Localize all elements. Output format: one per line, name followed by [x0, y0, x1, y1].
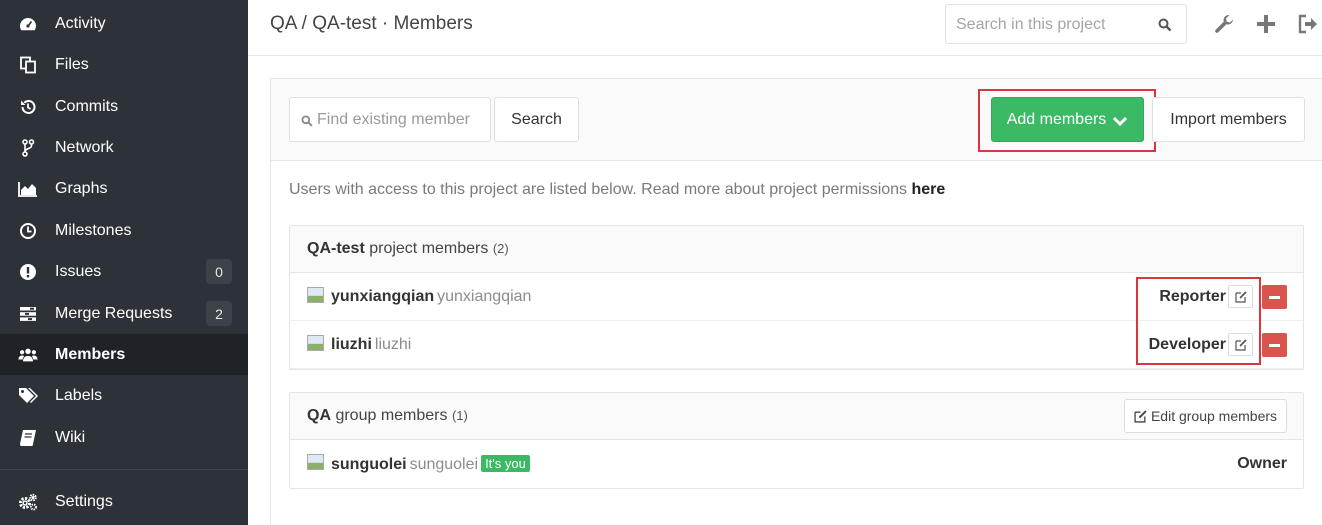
member-handle: liuzhi — [374, 336, 412, 353]
minus-icon — [1269, 343, 1280, 347]
exclamation-circle-icon — [18, 262, 38, 282]
permissions-link[interactable]: here — [912, 181, 946, 198]
avatar — [307, 287, 324, 303]
member-row: sunguolei sunguolei It's you Owner — [290, 440, 1303, 488]
group-members-header: QA group members (1) Edit group members — [290, 393, 1303, 440]
minus-icon — [1269, 295, 1280, 299]
issues-count-badge: 0 — [206, 259, 232, 284]
plus-icon[interactable] — [1255, 13, 1277, 35]
edit-group-members-label: Edit group members — [1150, 408, 1278, 424]
edit-group-members-button[interactable]: Edit group members — [1124, 399, 1287, 433]
project-search-input[interactable] — [956, 14, 1156, 36]
cogs-icon — [18, 492, 38, 512]
sidebar-item-graphs[interactable]: Graphs — [0, 168, 248, 209]
avatar — [307, 454, 324, 470]
page-title: QA / QA-test · Members — [270, 13, 473, 34]
dashboard-icon — [18, 14, 38, 34]
sidebar-item-label: Milestones — [55, 221, 132, 239]
group-members-suffix: group members — [331, 407, 448, 424]
area-chart-icon — [18, 179, 38, 199]
project-members-count: (2) — [492, 241, 509, 256]
wrench-icon[interactable] — [1213, 13, 1235, 35]
member-name-line: sunguolei sunguolei It's you — [331, 455, 530, 474]
add-members-label: Add members — [1006, 110, 1107, 128]
search-button[interactable]: Search — [494, 97, 579, 142]
main-content: Search Add members Import members Users … — [248, 57, 1322, 525]
search-icon — [301, 114, 313, 127]
sidebar-item-wiki[interactable]: Wiki — [0, 417, 248, 458]
intro-text: Users with access to this project are li… — [289, 181, 945, 199]
project-members-suffix: project members — [364, 240, 489, 257]
sidebar-item-network[interactable]: Network — [0, 127, 248, 168]
highlight-box — [1136, 277, 1261, 365]
project-name: QA-test — [307, 240, 365, 257]
sidebar-item-label: Issues — [55, 262, 102, 280]
find-member-box[interactable] — [289, 97, 491, 142]
remove-member-button[interactable] — [1262, 285, 1287, 309]
its-you-badge: It's you — [481, 455, 530, 472]
project-members-card: QA-test project members (2) yunxiangqian… — [289, 225, 1304, 370]
sidebar-item-label: Files — [55, 55, 89, 73]
search-icon — [1158, 18, 1172, 32]
group-members-card: QA group members (1) Edit group members … — [289, 392, 1304, 489]
intro-body: Users with access to this project are li… — [289, 181, 912, 198]
sidebar-item-milestones[interactable]: Milestones — [0, 210, 248, 251]
tags-icon — [18, 386, 38, 406]
remove-member-button[interactable] — [1262, 333, 1287, 357]
group-members-count: (1) — [451, 408, 468, 423]
sidebar-item-label: Commits — [55, 97, 119, 115]
import-members-button[interactable]: Import members — [1152, 97, 1305, 142]
chevron-down-icon — [1112, 114, 1128, 126]
group-name: QA — [307, 407, 331, 424]
member-name[interactable]: liuzhi — [331, 336, 372, 353]
book-icon — [18, 428, 38, 448]
avatar — [307, 335, 324, 351]
sidebar-item-label: Graphs — [55, 179, 108, 197]
sidebar-item-label: Network — [55, 138, 114, 156]
clock-icon — [18, 221, 38, 241]
sidebar-item-labels[interactable]: Labels — [0, 375, 248, 416]
member-name-line: liuzhi liuzhi — [331, 336, 411, 354]
member-handle: yunxiangqian — [437, 288, 532, 305]
member-name[interactable]: yunxiangqian — [331, 288, 434, 305]
project-search-box[interactable] — [945, 4, 1187, 44]
files-icon — [18, 55, 38, 75]
sidebar-item-activity[interactable]: Activity — [0, 3, 248, 44]
edit-icon — [1134, 409, 1147, 423]
project-members-header: QA-test project members (2) — [290, 226, 1303, 273]
sidebar-item-commits[interactable]: Commits — [0, 86, 248, 127]
history-icon — [18, 97, 38, 117]
member-name-line: yunxiangqian yunxiangqian — [331, 288, 531, 306]
sidebar-item-label: Settings — [55, 492, 113, 510]
users-icon — [18, 345, 38, 365]
sidebar-item-issues[interactable]: Issues 0 — [0, 251, 248, 292]
sign-out-icon[interactable] — [1297, 13, 1319, 35]
group-members-title: QA group members (1) — [307, 407, 468, 425]
member-handle: sunguolei — [409, 456, 479, 473]
sidebar-divider — [0, 469, 248, 470]
members-panel: Search Add members Import members Users … — [270, 78, 1322, 525]
sidebar-item-members[interactable]: Members — [0, 334, 248, 375]
member-role: Owner — [1237, 455, 1287, 472]
tasks-icon — [18, 304, 38, 324]
sidebar-item-files[interactable]: Files — [0, 44, 248, 85]
sidebar-item-label: Labels — [55, 386, 103, 404]
sidebar-item-settings[interactable]: Settings — [0, 481, 248, 522]
sidebar-item-label: Merge Requests — [55, 304, 173, 322]
sidebar-item-label: Activity — [55, 14, 106, 32]
sidebar: Activity Files Commits Network Graphs Mi… — [0, 0, 248, 525]
top-header: QA / QA-test · Members — [248, 0, 1322, 56]
code-fork-icon — [18, 138, 38, 158]
merge-requests-count-badge: 2 — [206, 301, 232, 326]
sidebar-item-label: Wiki — [55, 428, 86, 446]
add-members-button[interactable]: Add members — [991, 97, 1144, 142]
sidebar-item-label: Members — [55, 345, 126, 363]
find-member-input[interactable] — [317, 109, 487, 131]
sidebar-item-merge-requests[interactable]: Merge Requests 2 — [0, 293, 248, 334]
member-name[interactable]: sunguolei — [331, 456, 407, 473]
project-members-title: QA-test project members (2) — [307, 240, 509, 258]
members-toolbar: Search Add members Import members — [271, 79, 1322, 161]
